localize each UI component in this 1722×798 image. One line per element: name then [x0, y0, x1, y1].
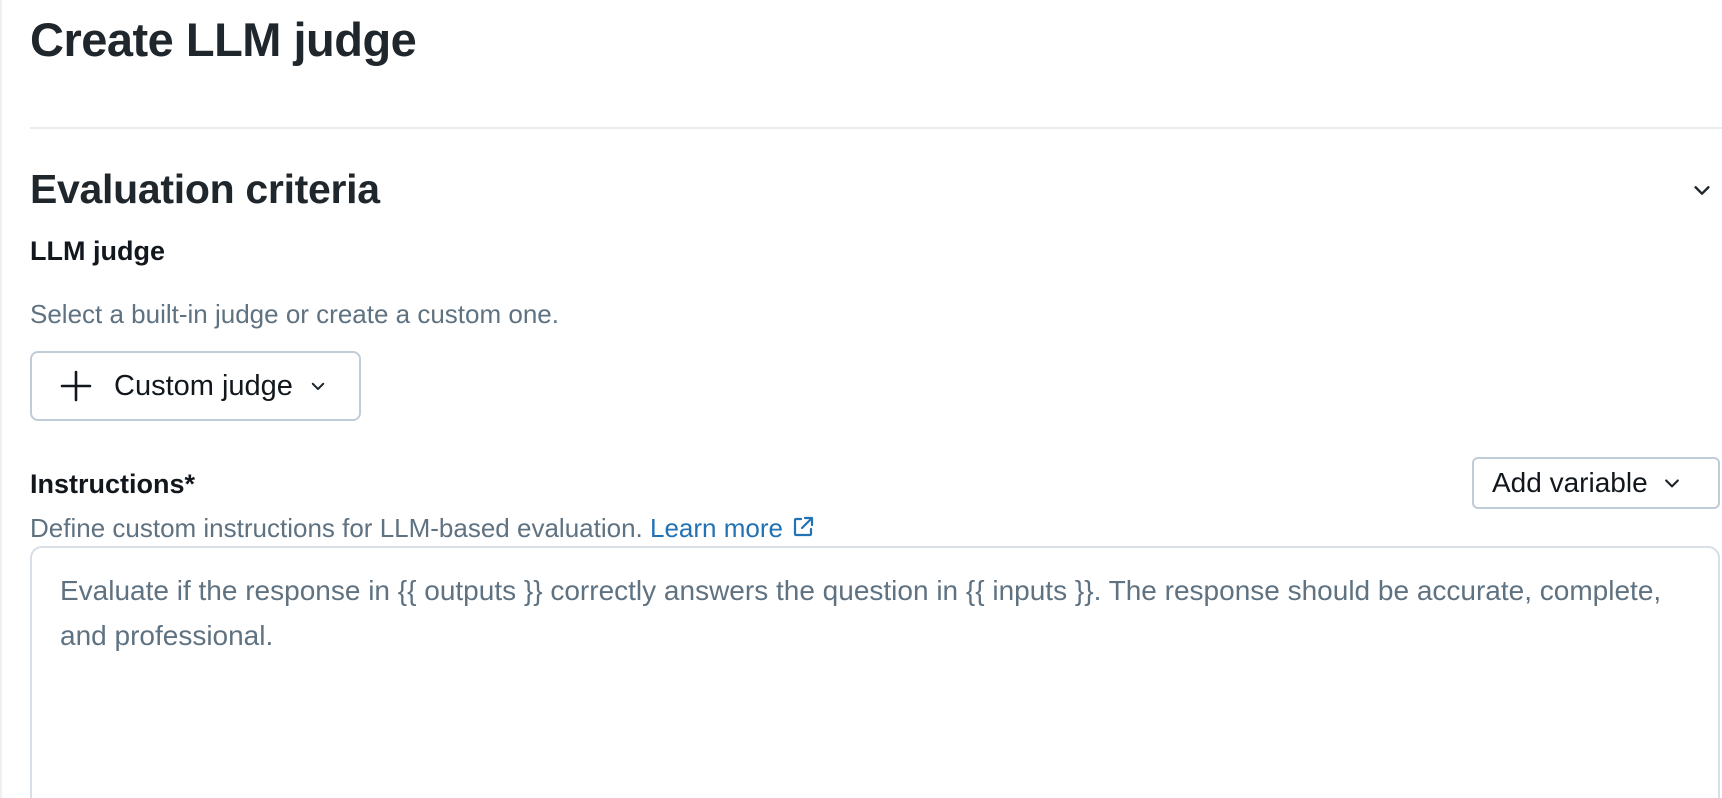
- create-llm-judge-page: Create LLM judge Evaluation criteria LLM…: [0, 0, 1722, 798]
- plus-icon: [60, 370, 92, 402]
- page-title: Create LLM judge: [30, 13, 417, 66]
- section-collapse-button[interactable]: [1688, 176, 1716, 204]
- llm-judge-help-text: Select a built-in judge or create a cust…: [30, 299, 559, 329]
- add-variable-dropdown[interactable]: Add variable: [1472, 457, 1720, 509]
- llm-judge-label: LLM judge: [30, 236, 165, 266]
- add-variable-label: Add variable: [1492, 467, 1648, 498]
- section-title: Evaluation criteria: [30, 166, 380, 212]
- instructions-label: Instructions*: [30, 469, 196, 499]
- chevron-down-icon: [1694, 186, 1710, 195]
- external-link-icon: [793, 516, 814, 537]
- header-divider: [30, 127, 1722, 129]
- learn-more-link[interactable]: Learn more: [650, 513, 815, 543]
- chevron-down-icon: [311, 382, 325, 390]
- judge-type-dropdown[interactable]: Custom judge: [30, 351, 361, 421]
- instructions-help-description: Define custom instructions for LLM-based…: [30, 513, 643, 543]
- chevron-down-icon: [1664, 479, 1679, 488]
- instructions-textarea[interactable]: [30, 546, 1720, 798]
- instructions-help-text: Define custom instructions for LLM-based…: [30, 513, 815, 544]
- judge-type-selected-label: Custom judge: [114, 369, 293, 402]
- learn-more-label: Learn more: [650, 513, 783, 543]
- left-border: [0, 0, 2, 798]
